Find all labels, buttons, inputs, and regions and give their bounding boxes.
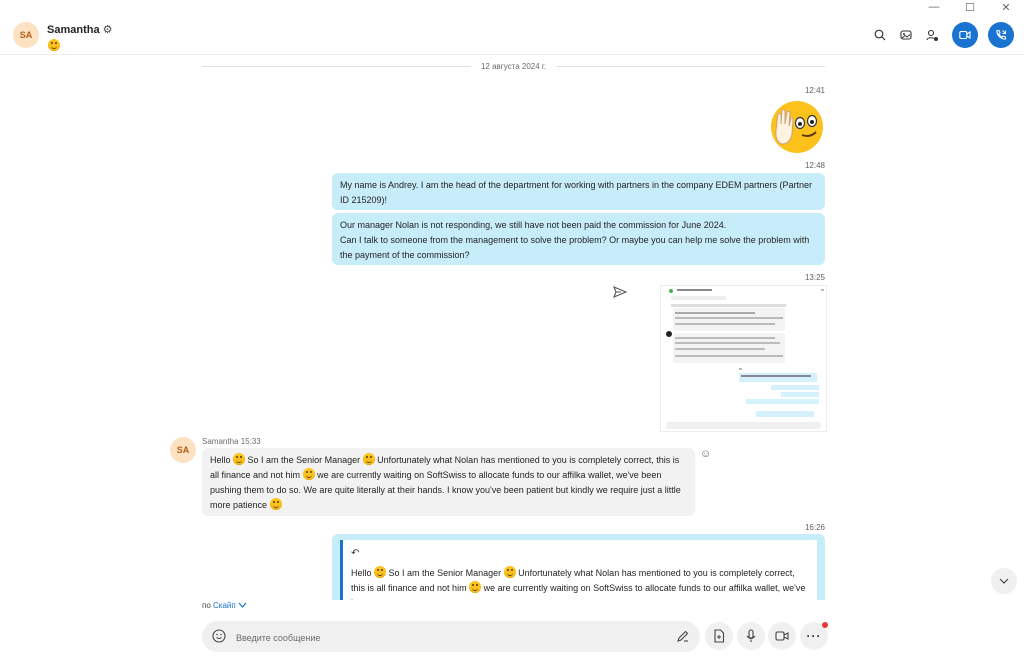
avatar[interactable]: SA — [13, 22, 39, 48]
waving-hand-face-emoji-icon — [770, 100, 824, 154]
window-controls: — ☐ ✕ — [916, 0, 1024, 14]
outgoing-message[interactable]: My name is Andrey. I am the head of the … — [332, 173, 825, 210]
message-text: My name is Andrey. I am the head of the … — [340, 180, 813, 205]
contact-name-label: Samantha — [47, 23, 100, 36]
add-reaction-icon[interactable]: ☺ — [700, 448, 711, 460]
file-icon — [714, 629, 725, 643]
phone-icon — [996, 29, 1007, 40]
chat-history[interactable]: 12 августа 2024 г. 12:41 12:48 My name i… — [0, 55, 1024, 600]
video-call-button[interactable] — [952, 22, 978, 48]
incoming-message[interactable]: Hello So I am the Senior Manager Unfortu… — [202, 448, 695, 516]
emoji-icon[interactable] — [212, 629, 226, 648]
message-sender: Samantha 15:33 — [202, 437, 261, 446]
audio-call-button[interactable] — [988, 22, 1014, 48]
message-input[interactable] — [234, 629, 658, 646]
minimize-icon[interactable]: — — [916, 0, 952, 14]
quote-text: Hello — [351, 568, 372, 578]
scroll-down-button[interactable] — [991, 568, 1017, 594]
quote-text: So I am the Senior Manager — [388, 568, 502, 578]
sender-avatar[interactable]: SA — [170, 437, 196, 463]
smiley-emoji-icon — [469, 581, 482, 593]
microphone-icon — [746, 629, 756, 642]
quoted-text: Hello So I am the Senior Manager Unfortu… — [351, 566, 811, 600]
contact-name[interactable]: Samantha ⚙ — [47, 23, 113, 37]
smiley-emoji-icon — [503, 566, 516, 578]
mood-smiley-icon — [48, 36, 60, 54]
date-separator: 12 августа 2024 г. — [202, 62, 826, 71]
video-message-button[interactable] — [768, 622, 796, 650]
add-participant-icon[interactable] — [922, 25, 942, 45]
send-via: по Скайп — [202, 601, 247, 610]
gallery-icon[interactable] — [896, 25, 916, 45]
message-composer — [202, 621, 700, 652]
maximize-icon[interactable]: ☐ — [952, 0, 988, 14]
smiley-emoji-icon — [374, 566, 387, 578]
outgoing-quote-message[interactable]: ↶ Hello So I am the Senior Manager Unfor… — [332, 534, 825, 600]
image-attachment[interactable] — [660, 285, 827, 432]
quoted-message[interactable]: ↶ Hello So I am the Senior Manager Unfor… — [343, 540, 817, 600]
message-time: 15:33 — [240, 437, 261, 446]
video-message-icon — [775, 631, 789, 641]
pen-icon[interactable] — [676, 629, 690, 648]
message-text-line: Our manager Nolan is not responding, we … — [340, 220, 727, 230]
smiley-emoji-icon — [233, 453, 246, 465]
message-text-line: Can I talk to someone from the managemen… — [340, 235, 810, 260]
via-channel-label: Скайп — [213, 601, 236, 610]
share-icon[interactable] — [612, 284, 628, 300]
more-options-button[interactable]: ··· — [800, 622, 828, 650]
more-icon: ··· — [806, 629, 822, 643]
via-channel-selector[interactable]: Скайп — [213, 601, 247, 610]
message-time: 12:48 — [804, 161, 825, 170]
chevron-down-icon — [238, 602, 247, 608]
gear-icon[interactable]: ⚙ — [103, 23, 113, 36]
close-icon[interactable]: ✕ — [988, 0, 1024, 14]
attach-file-button[interactable] — [705, 622, 733, 650]
sender-name: Samantha — [202, 437, 239, 446]
message-time: 13:25 — [804, 273, 825, 282]
smiley-emoji-icon — [269, 498, 282, 510]
outgoing-message[interactable]: Our manager Nolan is not responding, we … — [332, 213, 825, 265]
reply-icon: ↶ — [351, 548, 360, 559]
notification-dot — [822, 622, 828, 628]
chevron-down-icon — [999, 578, 1009, 584]
message-time: 16:26 — [804, 523, 825, 532]
via-prefix: по — [202, 601, 211, 610]
smiley-emoji-icon — [302, 468, 315, 480]
chat-header: SA Samantha ⚙ — [0, 14, 1024, 55]
message-text: Hello — [210, 455, 231, 465]
message-text: So I am the Senior Manager — [247, 455, 361, 465]
search-icon[interactable] — [870, 25, 890, 45]
voice-message-button[interactable] — [737, 622, 765, 650]
video-camera-icon — [959, 30, 971, 40]
message-time: 12:41 — [804, 86, 825, 95]
smiley-emoji-icon — [362, 453, 375, 465]
date-label: 12 августа 2024 г. — [480, 62, 547, 71]
